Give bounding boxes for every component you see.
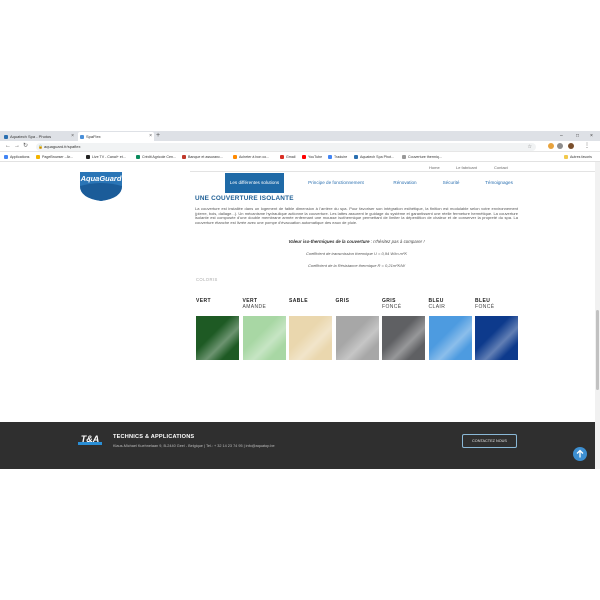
reload-icon[interactable]: ↻	[23, 142, 28, 151]
browser-tab-active[interactable]: SpaFlex ×	[78, 132, 154, 141]
browser-window: Aquatech Spa - Photos × SpaFlex × + – □ …	[0, 131, 600, 469]
nav-renovation[interactable]: Rénovation	[385, 173, 425, 193]
section-heading: UNE COUVERTURE ISOLANTE	[195, 195, 294, 202]
new-tab-button[interactable]: +	[156, 131, 160, 141]
ta-logo: T&A	[78, 434, 102, 445]
thermal-coefficient-r: Coefficient de la Résistance thermique R…	[307, 263, 406, 268]
color-swatch[interactable]	[335, 316, 379, 360]
nav-testimonials[interactable]: Témoignages	[478, 173, 520, 193]
forward-icon[interactable]: →	[14, 142, 20, 151]
bookmark-item[interactable]: Couverture thermiq...	[402, 154, 442, 160]
svg-text:T&A: T&A	[81, 434, 100, 444]
top-link-contact[interactable]: Contact	[494, 165, 508, 170]
avatar[interactable]	[568, 143, 574, 149]
color-name: VERT	[196, 298, 211, 304]
bookmark-item[interactable]: Live TV - Canal+ et...	[86, 154, 126, 160]
bookmarks-bar: Applications PageBrowser - Ar... Live TV…	[0, 152, 600, 162]
color-label: BLEU CLAIR	[428, 298, 446, 310]
thermal-coefficient-u: Coefficient de transmission thermique U …	[305, 251, 408, 256]
bookmark-item[interactable]: Acheter à bon co...	[233, 154, 269, 160]
divider	[190, 171, 596, 172]
bookmark-item[interactable]: Crédit Agricole Cen...	[136, 154, 176, 160]
bookmark-item[interactable]: Traduire	[328, 154, 347, 160]
extension-icon[interactable]	[557, 143, 563, 149]
color-swatch[interactable]	[382, 316, 425, 360]
bookmark-star-icon[interactable]: ☆	[528, 143, 532, 151]
menu-icon[interactable]: ⋮	[584, 142, 590, 151]
contact-button[interactable]: CONTACTEZ NOUS	[462, 434, 517, 448]
color-name: SABLE	[289, 298, 308, 304]
color-name: GRIS	[335, 298, 350, 304]
other-bookmarks[interactable]: Autres favoris	[564, 154, 592, 160]
nav-solutions[interactable]: Les différentes solutions	[225, 173, 284, 193]
bookmark-item[interactable]: PageBrowser - Ar...	[36, 154, 73, 160]
color-subname: AMANDE	[242, 303, 267, 310]
svg-text:AquaGuard: AquaGuard	[80, 174, 122, 183]
color-swatch[interactable]	[428, 316, 472, 360]
scrollbar[interactable]	[595, 162, 600, 469]
maximize-icon[interactable]: □	[576, 131, 579, 141]
tab-title: SpaFlex	[86, 134, 101, 139]
color-label: VERT AMANDE	[242, 298, 267, 310]
minimize-icon[interactable]: –	[560, 131, 563, 141]
color-label: VERT	[196, 298, 211, 305]
arrow-up-icon	[576, 449, 584, 458]
color-swatch[interactable]	[289, 316, 332, 360]
bookmark-item[interactable]: Aquatech Spa Phot...	[354, 154, 394, 160]
color-subname: FONCÉ	[382, 303, 402, 310]
browser-tab[interactable]: Aquatech Spa - Photos ×	[2, 132, 76, 141]
favicon-icon	[4, 135, 8, 139]
back-to-top-button[interactable]	[573, 447, 587, 461]
favicon-icon	[80, 135, 84, 139]
footer-company: TECHNICS & APPLICATIONS	[113, 434, 195, 440]
bookmark-item[interactable]: Applications	[4, 154, 29, 160]
url-text: aquaguard.fr/spaflex	[44, 143, 81, 149]
footer-address: Klaus-Michael Kuehnelaan 9, B-2440 Geel …	[113, 444, 275, 448]
back-icon[interactable]: ←	[5, 142, 11, 151]
color-swatch[interactable]	[475, 316, 518, 360]
close-tab-icon[interactable]: ×	[71, 132, 74, 141]
close-window-icon[interactable]: ×	[590, 131, 593, 141]
main-nav: Les différentes solutions Principe de fo…	[180, 173, 596, 193]
color-subname: CLAIR	[428, 303, 446, 310]
nav-principle[interactable]: Principe de fonctionnement	[300, 173, 372, 193]
close-tab-icon[interactable]: ×	[149, 132, 152, 141]
tab-strip: Aquatech Spa - Photos × SpaFlex × + – □ …	[0, 131, 600, 141]
lock-icon: 🔒	[38, 143, 43, 149]
browser-toolbar: ← → ↻ 🔒 aquaguard.fr/spaflex ☆ ⋮	[0, 141, 600, 152]
top-link-home[interactable]: Home	[429, 165, 440, 170]
nav-security[interactable]: Sécurité	[435, 173, 467, 193]
description-paragraph: La couverture est installée dans un loge…	[195, 206, 518, 225]
color-swatch[interactable]	[196, 316, 239, 360]
top-link-manufacturer[interactable]: Le fabricant	[456, 165, 477, 170]
color-label: GRIS FONCÉ	[382, 298, 402, 310]
footer: T&A TECHNICS & APPLICATIONS Klaus-Michae…	[0, 422, 595, 469]
color-label: GRIS	[335, 298, 350, 305]
colors-label: COLORIS	[196, 277, 218, 282]
color-label: BLEU FONCÉ	[475, 298, 495, 310]
color-subname: FONCÉ	[475, 303, 495, 310]
thermal-values-title: Valeur iso-thermiques de la couverture :…	[288, 239, 425, 244]
address-bar[interactable]: 🔒 aquaguard.fr/spaflex ☆	[36, 142, 536, 151]
aquaguard-logo[interactable]: AquaGuard	[76, 166, 126, 202]
bookmark-item[interactable]: YouTube	[302, 154, 322, 160]
color-swatch[interactable]	[242, 316, 286, 360]
scrollbar-thumb[interactable]	[596, 310, 599, 390]
extension-icon[interactable]	[548, 143, 554, 149]
color-label: SABLE	[289, 298, 308, 305]
bookmark-item[interactable]: Banque et assuranc...	[182, 154, 223, 160]
tab-title: Aquatech Spa - Photos	[10, 134, 52, 139]
bookmark-item[interactable]: Gmail	[280, 154, 295, 160]
